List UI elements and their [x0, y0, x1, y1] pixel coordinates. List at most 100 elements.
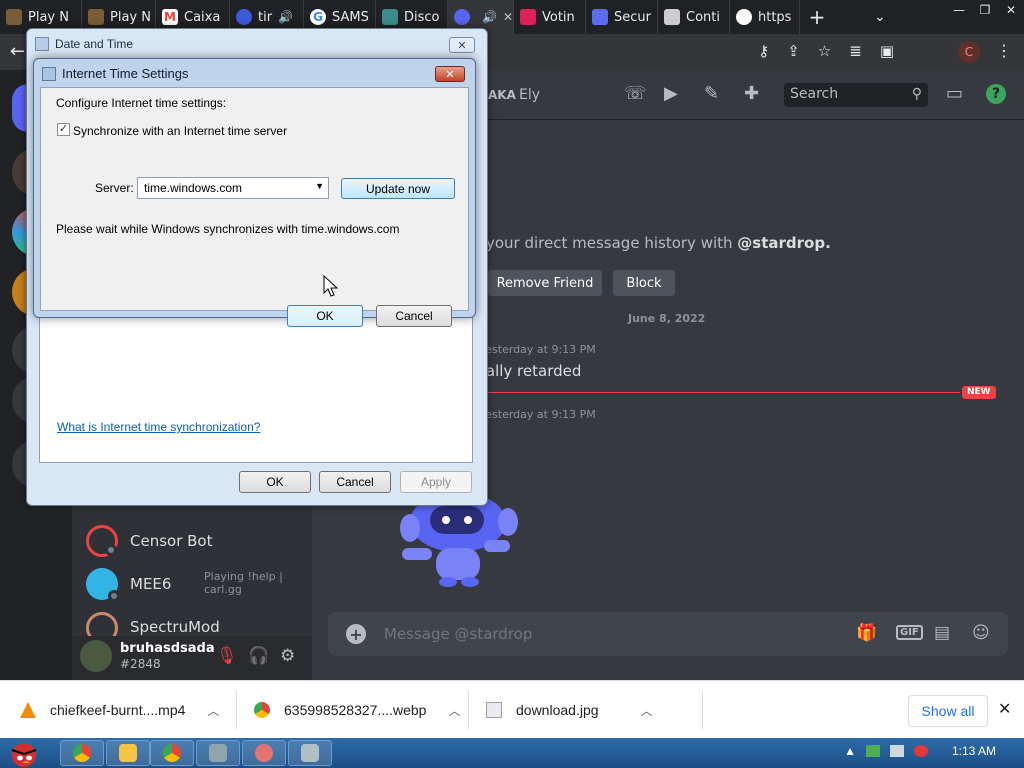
network-icon[interactable] — [889, 745, 904, 757]
volume-icon[interactable] — [913, 745, 928, 757]
audio-icon: 🔊 — [278, 10, 294, 24]
video-call-icon[interactable]: ▶ — [664, 83, 678, 104]
message-input[interactable]: + Message @stardrop 🎁 GIF ▤ ☺ — [328, 612, 1008, 656]
date-time-icon — [301, 744, 319, 762]
browser-tab[interactable]: Votin — [514, 0, 586, 34]
activity-status: Playing !help | carl.gg — [204, 570, 283, 596]
window-close-button[interactable]: ✕ — [998, 0, 1024, 20]
taskbar-app[interactable] — [60, 740, 104, 766]
browser-tab[interactable]: https — [730, 0, 800, 34]
dm-item-censor-bot[interactable]: Censor Bot — [86, 525, 213, 557]
dialog-title: Date and Time — [55, 37, 134, 51]
download-item[interactable]: 635998528327....webp ︿ — [254, 681, 460, 739]
close-icon[interactable]: ✕ — [998, 699, 1011, 718]
server-combobox[interactable]: time.windows.com ▼ — [137, 177, 329, 199]
emoji-icon[interactable]: ☺ — [972, 623, 990, 643]
help-link[interactable]: What is Internet time synchronization? — [57, 420, 260, 434]
mute-microphone-icon[interactable]: 🎙 — [216, 646, 238, 666]
tab-label: Secur — [614, 9, 651, 25]
taskbar-app[interactable] — [106, 740, 150, 766]
close-button[interactable]: ✕ — [435, 66, 465, 82]
close-icon[interactable]: ✕ — [503, 10, 513, 24]
taskbar-app[interactable] — [242, 740, 286, 766]
sticker-icon[interactable]: ▤ — [934, 623, 950, 643]
search-input[interactable]: Search ⚲ — [784, 83, 928, 107]
vlc-icon — [20, 702, 36, 718]
tray-expand-icon[interactable]: ▲ — [844, 744, 856, 758]
cancel-button[interactable]: Cancel — [319, 471, 391, 493]
chrome-icon — [73, 744, 91, 762]
cancel-button[interactable]: Cancel — [376, 305, 452, 327]
close-button[interactable]: ✕ — [449, 37, 475, 53]
dm-history-text: your direct message history with @stardr… — [486, 234, 831, 252]
tab-search-button[interactable]: ⌄ — [874, 9, 886, 25]
chevron-up-icon[interactable]: ︿ — [448, 702, 460, 719]
gif-button[interactable]: GIF — [896, 625, 923, 640]
shield-icon — [592, 9, 608, 25]
clock-time[interactable]: 1:13 AM — [952, 744, 996, 758]
gift-icon[interactable]: 🎁 — [856, 623, 877, 643]
battery-icon[interactable] — [865, 745, 880, 757]
message-timestamp: Yesterday at 9:13 PM — [480, 408, 596, 421]
help-icon[interactable]: ? — [986, 84, 1006, 104]
status-dot — [108, 590, 120, 602]
bookmark-star-icon[interactable]: ☆ — [818, 42, 831, 60]
gmail-icon: M — [162, 9, 178, 25]
chevron-up-icon[interactable]: ︿ — [641, 702, 653, 719]
taskbar-app[interactable] — [150, 740, 194, 766]
toolbar-icons: ⚷ ⇪ ☆ ≣ ▣ — [758, 42, 894, 60]
chevron-up-icon[interactable]: ︿ — [207, 702, 219, 719]
taskbar-app[interactable] — [196, 740, 240, 766]
inbox-icon[interactable]: ▭ — [946, 83, 963, 104]
key-icon[interactable]: ⚷ — [758, 42, 769, 60]
voting-icon — [520, 9, 536, 25]
avatar — [86, 525, 118, 557]
start-button[interactable] — [2, 738, 48, 768]
ok-button[interactable]: OK — [287, 305, 363, 327]
status-text: Please wait while Windows synchronizes w… — [56, 222, 400, 236]
reading-list-icon[interactable]: ≣ — [849, 42, 862, 60]
search-icon: ⚲ — [911, 86, 922, 102]
avatar[interactable] — [80, 640, 112, 672]
message-text: tally retarded — [480, 362, 582, 380]
dialog-body: Configure Internet time settings: ✓ Sync… — [40, 87, 469, 327]
remove-friend-button[interactable]: Remove Friend — [488, 270, 602, 296]
side-panel-icon[interactable]: ▣ — [880, 42, 894, 60]
dm-item-mee6[interactable]: MEE6 — [86, 568, 171, 602]
divider — [468, 691, 469, 729]
wumpus-illustration — [400, 492, 518, 587]
chrome-icon — [254, 702, 270, 718]
history-user: @stardrop. — [737, 234, 831, 252]
restore-button[interactable]: ❐ — [972, 0, 998, 20]
apply-button[interactable]: Apply — [400, 471, 472, 493]
show-all-button[interactable]: Show all — [908, 695, 988, 727]
back-button[interactable]: ← — [10, 41, 25, 62]
dm-item-spectrumod[interactable]: SpectruMod — [86, 612, 220, 636]
pin-icon[interactable]: ✎ — [704, 83, 719, 104]
download-item[interactable]: download.jpg ︿ — [486, 681, 653, 739]
date-divider: June 8, 2022 — [628, 312, 706, 325]
attach-plus-icon[interactable]: + — [346, 624, 366, 644]
update-now-button[interactable]: Update now — [341, 178, 455, 199]
download-item[interactable]: chiefkeef-burnt....mp4 ︿ — [20, 681, 219, 739]
block-button[interactable]: Block — [613, 270, 675, 296]
share-icon[interactable]: ⇪ — [787, 42, 800, 60]
internet-time-dialog: Internet Time Settings ✕ Configure Inter… — [33, 58, 476, 327]
headphones-icon[interactable]: 🎧 — [248, 646, 269, 666]
menu-kebab-icon[interactable]: ⋮ — [996, 41, 1012, 60]
user-panel: bruhasdsada #2848 🎙 🎧 ⚙ — [72, 636, 312, 680]
add-friend-icon[interactable]: ✚ — [744, 83, 759, 104]
taskbar-app[interactable] — [288, 740, 332, 766]
minimize-button[interactable]: — — [946, 0, 972, 20]
gear-icon[interactable]: ⚙ — [280, 646, 295, 666]
mouse-cursor-icon — [323, 274, 339, 297]
browser-tab[interactable]: Conti — [658, 0, 730, 34]
voice-call-icon[interactable]: ☏ — [624, 83, 647, 104]
dropdown-arrow-icon[interactable]: ▼ — [315, 181, 324, 191]
profile-avatar[interactable]: C — [958, 41, 980, 63]
ok-button[interactable]: OK — [239, 471, 311, 493]
aka-name: Ely — [519, 87, 541, 103]
sync-checkbox[interactable]: ✓ — [57, 123, 70, 136]
new-tab-button[interactable]: + — [800, 5, 834, 29]
browser-tab[interactable]: Secur — [586, 0, 658, 34]
